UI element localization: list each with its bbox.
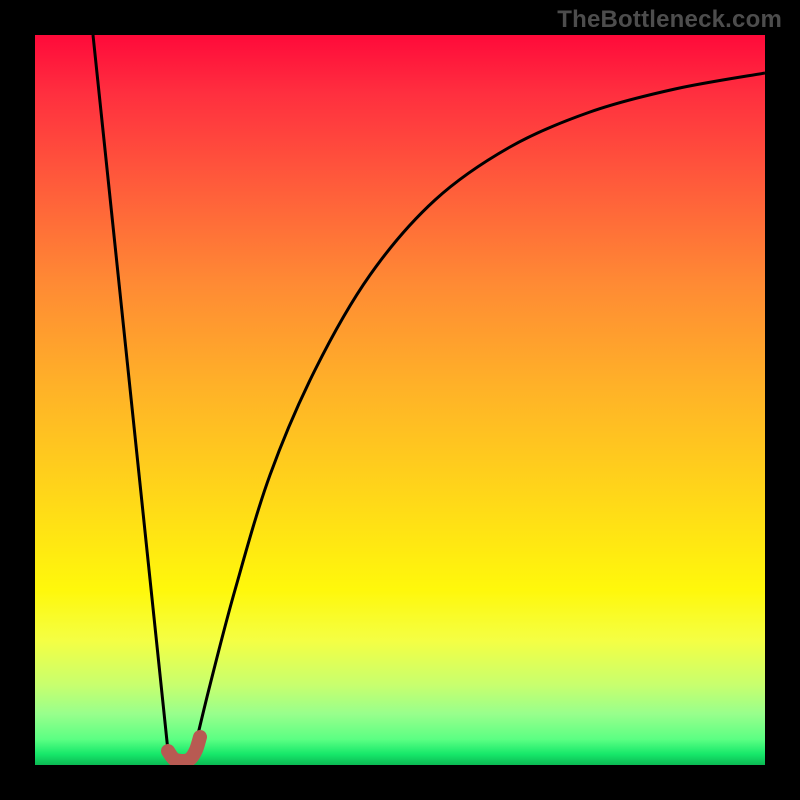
watermark-link[interactable]: TheBottleneck.com <box>557 6 782 34</box>
chart-frame: TheBottleneck.com <box>0 0 800 800</box>
series-left-descent <box>93 35 168 751</box>
series-dip-arc <box>168 737 200 761</box>
series-right-rise <box>194 73 765 751</box>
plot-area <box>35 35 765 765</box>
curve-overlay <box>35 35 765 765</box>
